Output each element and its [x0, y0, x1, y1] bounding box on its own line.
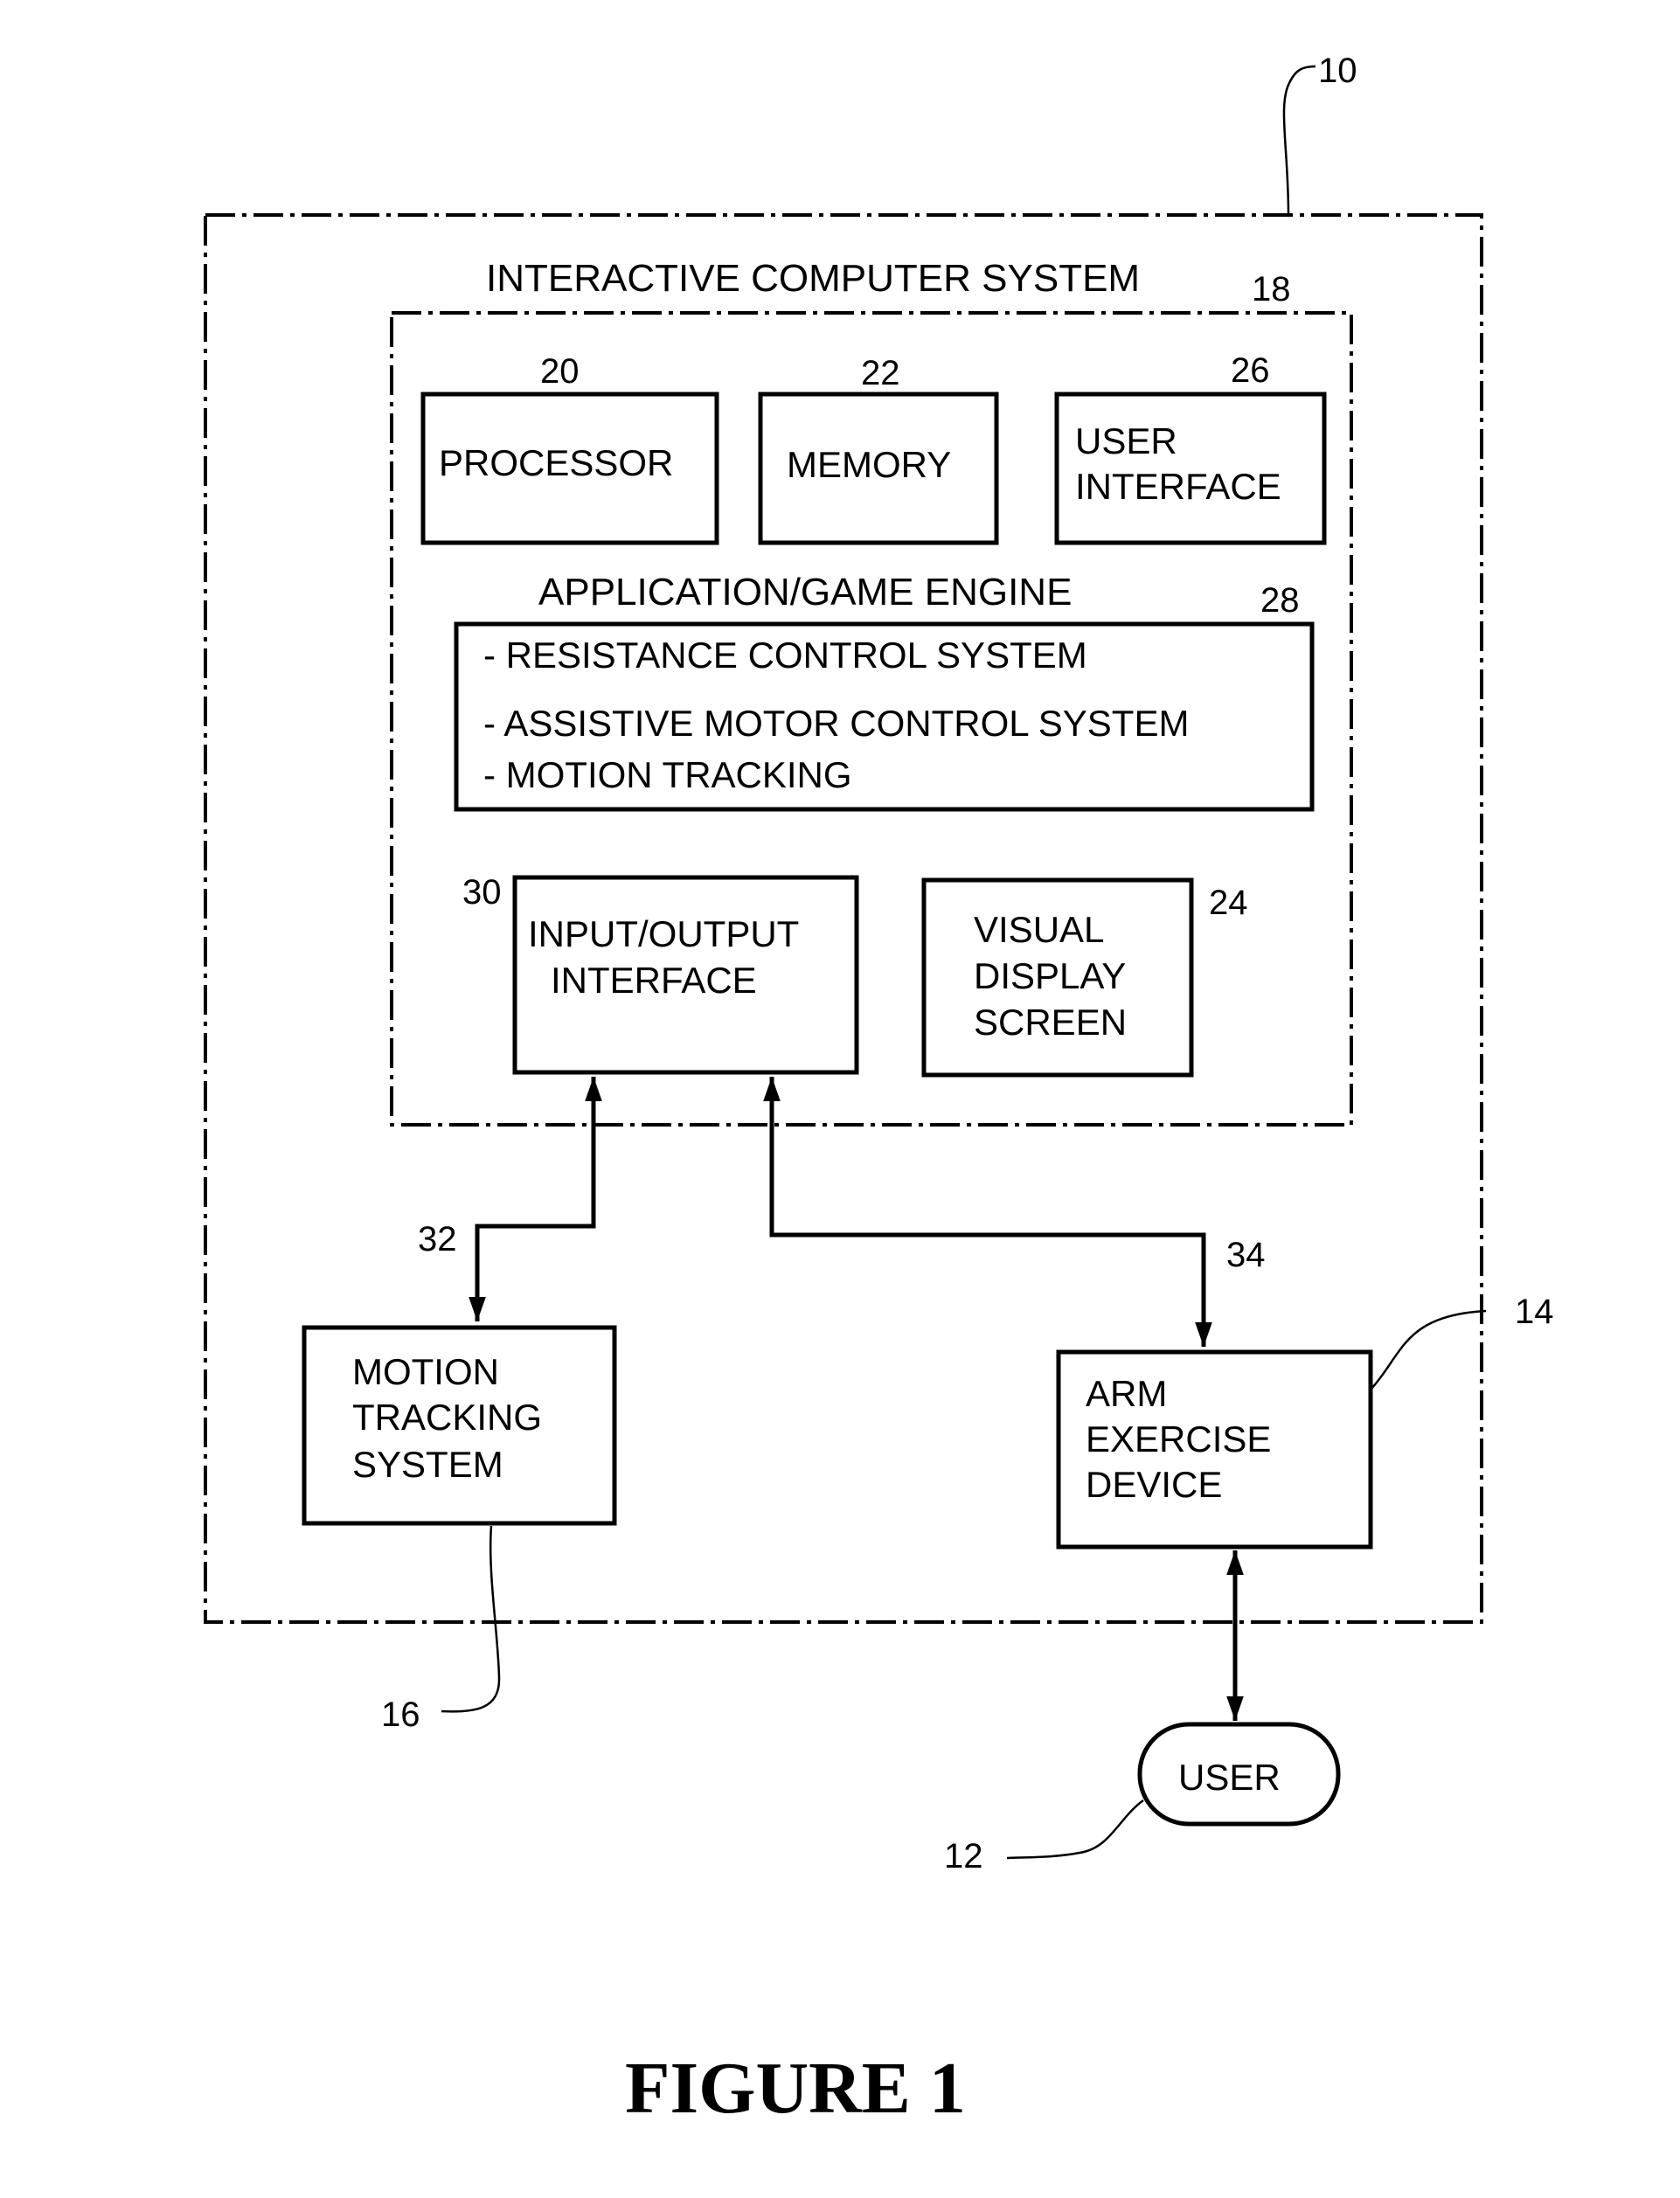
motion-tracking-label-line-3: SYSTEM: [352, 1444, 503, 1485]
motion-tracking-label-line-1: MOTION: [352, 1351, 499, 1392]
leader-line-10: [1282, 65, 1316, 216]
block-diagram: 10 INTERACTIVE COMPUTER SYSTEM 18 20 PRO…: [204, 52, 1554, 2129]
ref-12: 12: [944, 1837, 983, 1876]
engine-item-motion-tracking: - MOTION TRACKING: [483, 754, 852, 795]
ref-34: 34: [1226, 1236, 1266, 1274]
visual-display-label-line-2: DISPLAY: [974, 955, 1126, 996]
ref-16: 16: [381, 1695, 420, 1734]
leader-line-16: [441, 1525, 501, 1713]
io-interface-label-line-1: INPUT/OUTPUT: [528, 913, 799, 954]
ref-18: 18: [1252, 270, 1291, 309]
memory-label: MEMORY: [787, 444, 951, 485]
user-label: USER: [1178, 1757, 1281, 1798]
ref-24: 24: [1209, 884, 1248, 922]
engine-item-resistance-control: - RESISTANCE CONTROL SYSTEM: [483, 634, 1087, 676]
engine-item-assistive-motor-control: - ASSISTIVE MOTOR CONTROL SYSTEM: [483, 703, 1189, 744]
user-interface-label-line-1: USER: [1075, 420, 1177, 461]
motion-tracking-label-line-2: TRACKING: [352, 1397, 542, 1438]
arm-device-label-line-1: ARM: [1086, 1373, 1167, 1414]
connection-32-arrow: [469, 1077, 602, 1321]
visual-display-label-line-1: VISUAL: [974, 909, 1104, 950]
ref-30: 30: [462, 873, 502, 912]
arm-device-label-line-2: EXERCISE: [1086, 1418, 1271, 1460]
leader-line-12: [1006, 1799, 1144, 1860]
ref-32: 32: [418, 1220, 457, 1258]
figure-title: FIGURE 1: [625, 2048, 966, 2129]
visual-display-label-line-3: SCREEN: [974, 1002, 1127, 1043]
arm-device-label-line-3: DEVICE: [1086, 1464, 1222, 1505]
engine-title: APPLICATION/GAME ENGINE: [538, 571, 1072, 614]
processor-label: PROCESSOR: [439, 442, 673, 483]
ref-22: 22: [861, 354, 900, 392]
connection-34-arrow: [763, 1077, 1212, 1347]
leader-line-14: [1370, 1309, 1487, 1390]
ref-28: 28: [1260, 581, 1300, 620]
ref-10: 10: [1318, 52, 1357, 90]
ref-20: 20: [540, 352, 580, 391]
io-interface-label-line-2: INTERFACE: [551, 960, 757, 1001]
user-interface-label-line-2: INTERFACE: [1075, 466, 1281, 507]
ref-26: 26: [1231, 351, 1270, 390]
ref-14: 14: [1515, 1293, 1554, 1331]
system-title: INTERACTIVE COMPUTER SYSTEM: [486, 257, 1140, 300]
